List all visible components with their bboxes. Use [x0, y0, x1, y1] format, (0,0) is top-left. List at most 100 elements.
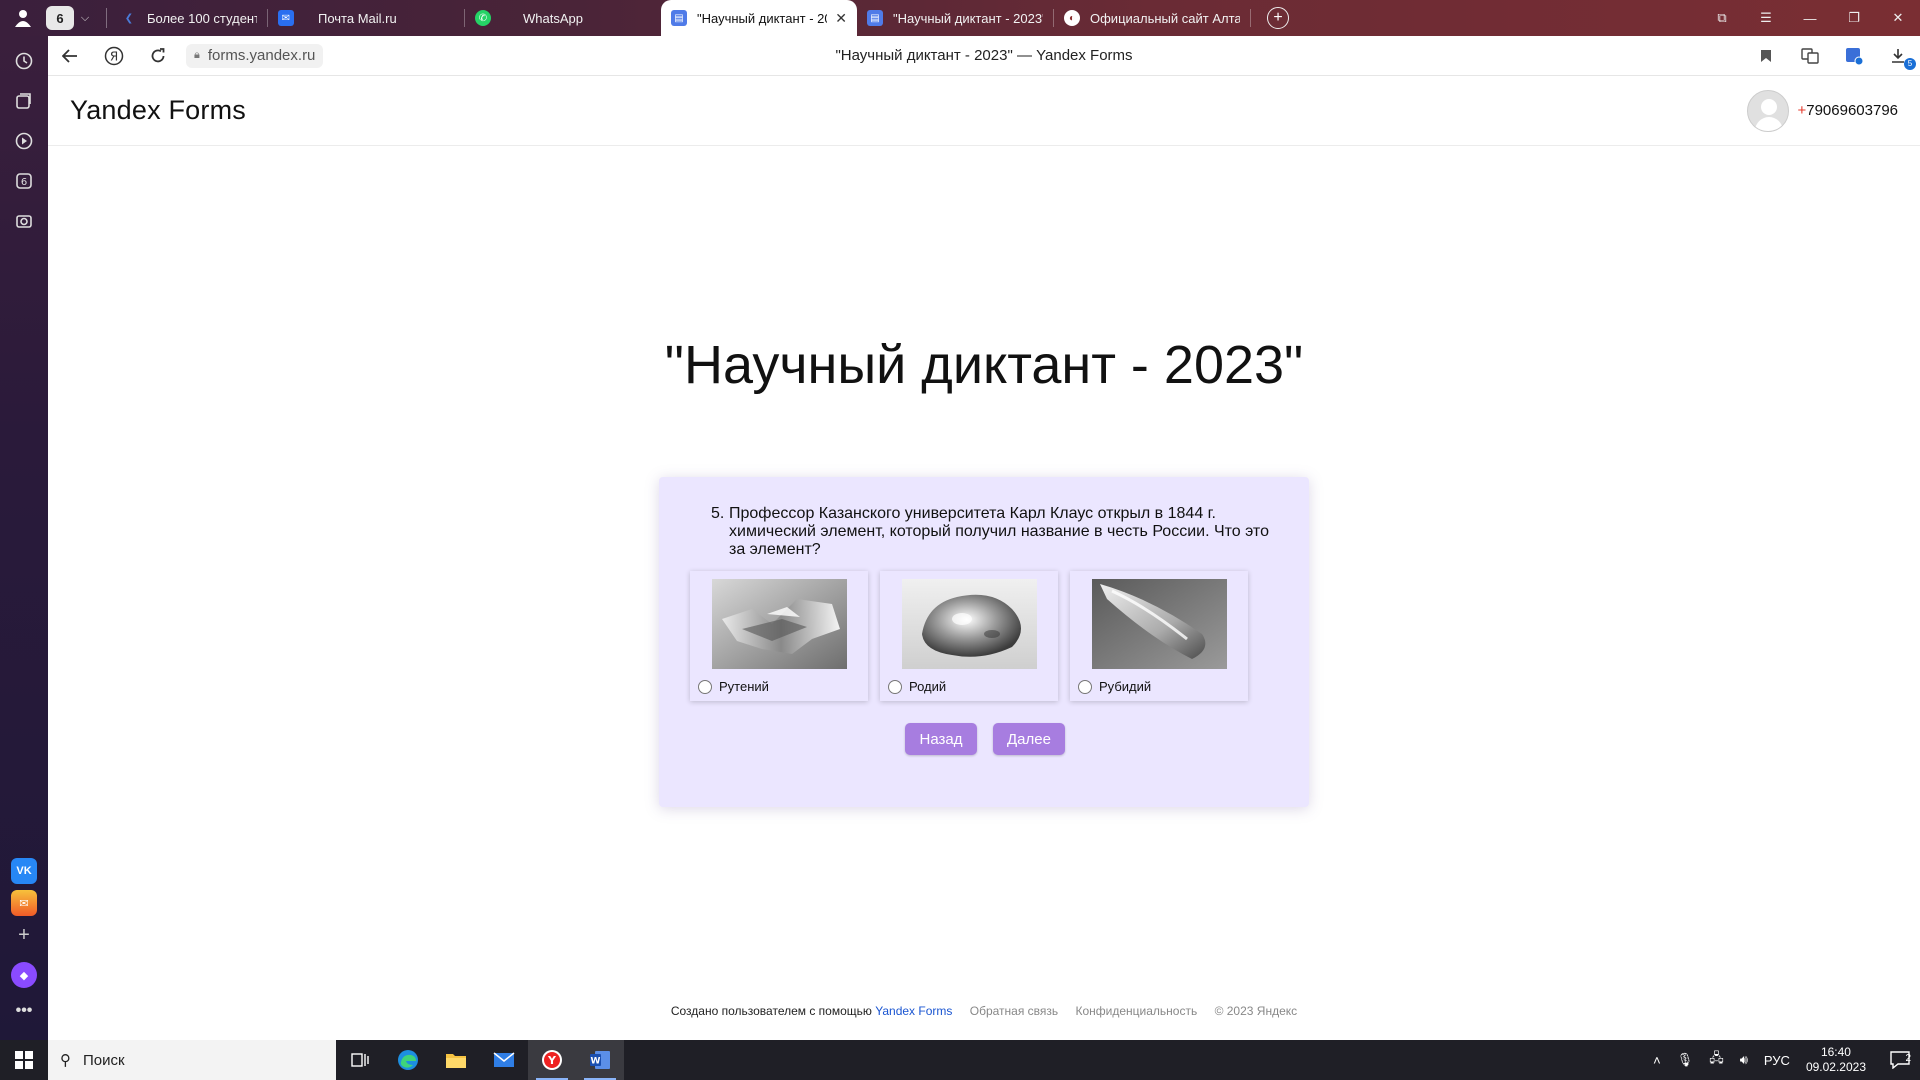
rhodium-image[interactable]	[902, 579, 1037, 669]
history-icon[interactable]	[9, 46, 39, 76]
restore-icon[interactable]: ❐	[1832, 0, 1876, 36]
tabs-count-icon[interactable]: 6	[9, 166, 39, 196]
tab-label: Почта Mail.ru	[318, 10, 397, 26]
phone-number: 79069603796	[1806, 102, 1898, 119]
network-icon[interactable]: 🖧︎	[1709, 1049, 1724, 1071]
tab-counter[interactable]: 6 ⌵	[46, 6, 96, 30]
mail-app-icon[interactable]: ✉	[11, 890, 37, 916]
translate-icon[interactable]	[1788, 36, 1832, 76]
video-play-icon[interactable]	[9, 126, 39, 156]
option-label[interactable]: Рутений	[698, 679, 769, 694]
svg-text:Я: Я	[110, 49, 118, 63]
tab-news[interactable]: ❮ Более 100 студентов из 2(	[111, 0, 267, 36]
close-icon[interactable]: ✕	[835, 10, 847, 27]
tab-label: WhatsApp	[523, 10, 583, 26]
yandex-browser-taskbar-icon[interactable]: Y	[528, 1040, 576, 1080]
radio-button[interactable]	[698, 679, 712, 694]
user-menu[interactable]: +79069603796	[1747, 89, 1898, 132]
tab-altai[interactable]: ◐ Официальный сайт Алтай	[1054, 0, 1250, 36]
file-explorer-icon[interactable]	[432, 1040, 480, 1080]
ruthenium-image[interactable]	[712, 579, 847, 669]
tab-forms[interactable]: ▤ "Научный диктант - 2023"	[857, 0, 1053, 36]
minimize-icon[interactable]: —	[1788, 0, 1832, 36]
downloads-icon[interactable]: 5	[1876, 36, 1920, 76]
bookmark-icon[interactable]	[1744, 36, 1788, 76]
edge-icon[interactable]	[384, 1040, 432, 1080]
phone-plus: +	[1797, 102, 1807, 119]
option-ruthenium[interactable]: Рутений	[690, 571, 868, 701]
mail-app-taskbar-icon[interactable]	[480, 1040, 528, 1080]
rubidium-image[interactable]	[1092, 579, 1227, 669]
language-indicator[interactable]: РУС	[1764, 1053, 1790, 1068]
windows-taskbar: ⚲ Поиск Y W ˄ 🎙︎ 🖧︎ 🔊︎ РУС 16:40 09.02.2…	[0, 1040, 1920, 1080]
tab-forms-active[interactable]: ▤ "Научный диктант - 20 ✕	[661, 0, 857, 36]
footer-feedback-link[interactable]: Обратная связь	[970, 1004, 1058, 1018]
footer-copyright: © 2023 Яндекс	[1214, 1004, 1298, 1018]
search-icon: ⚲	[60, 1052, 71, 1069]
whatsapp-icon: ✆	[475, 10, 491, 26]
system-tray: ˄ 🎙︎ 🖧︎ 🔊︎ РУС 16:40 09.02.2023 2	[1645, 1040, 1920, 1080]
collections-icon[interactable]	[9, 86, 39, 116]
task-view-icon[interactable]	[336, 1040, 384, 1080]
bookmarks-panel-icon[interactable]: ⧉	[1700, 0, 1744, 36]
back-arrow-icon[interactable]	[48, 36, 92, 76]
menu-icon[interactable]: ☰	[1744, 0, 1788, 36]
search-placeholder: Поиск	[83, 1051, 125, 1069]
avatar[interactable]	[1747, 89, 1790, 132]
tab-label: Официальный сайт Алтай	[1090, 10, 1240, 26]
option-rhodium[interactable]: Родий	[880, 571, 1058, 701]
vk-icon[interactable]: VK	[11, 858, 37, 884]
radio-button[interactable]	[1078, 679, 1092, 694]
form-title: "Научный диктант - 2023"	[664, 335, 1304, 395]
taskbar-search[interactable]: ⚲ Поиск	[48, 1040, 336, 1080]
url-text: forms.yandex.ru	[207, 47, 316, 64]
forms-icon: ▤	[671, 10, 687, 26]
user-phone[interactable]: +79069603796	[1797, 102, 1898, 119]
tab-label: Более 100 студентов из 2(	[147, 10, 257, 26]
svg-text:Y: Y	[547, 1054, 557, 1067]
downloads-badge: 5	[1904, 57, 1916, 70]
tab-mail[interactable]: ✉ Почта Mail.ru	[268, 0, 464, 36]
option-rubidium[interactable]: Рубидий	[1070, 571, 1248, 701]
radio-button[interactable]	[888, 679, 902, 694]
clock[interactable]: 16:40 09.02.2023	[1806, 1045, 1866, 1075]
volume-icon[interactable]: 🔊︎	[1740, 1052, 1748, 1068]
windows-start-icon[interactable]	[0, 1040, 48, 1080]
back-button[interactable]: Назад	[905, 723, 977, 755]
chevron-down-icon[interactable]: ⌵	[74, 6, 96, 30]
footer-service-link[interactable]: Yandex Forms	[875, 1004, 952, 1018]
browser-sidebar: 6 VK ✉ + ◆ •••	[0, 36, 48, 1040]
yandex-forms-logo[interactable]: Yandex Forms	[70, 95, 246, 126]
reload-icon[interactable]	[136, 36, 180, 76]
notifications-icon[interactable]: 2	[1880, 1040, 1920, 1080]
clock-time: 16:40	[1820, 1045, 1851, 1059]
alice-icon[interactable]: ◆	[11, 962, 37, 988]
screenshot-icon[interactable]	[9, 206, 39, 236]
option-label[interactable]: Родий	[888, 679, 946, 694]
chevron-up-icon[interactable]: ˄	[1653, 1053, 1661, 1068]
svg-text:W: W	[591, 1057, 601, 1067]
profile-icon[interactable]	[0, 0, 46, 36]
divider	[106, 8, 107, 28]
address-bar-actions: 5	[1744, 36, 1920, 76]
close-window-icon[interactable]: ✕	[1876, 0, 1920, 36]
tab-whatsapp[interactable]: ✆ WhatsApp	[465, 0, 661, 36]
option-label[interactable]: Рубидий	[1078, 679, 1151, 694]
word-icon[interactable]: W	[576, 1040, 624, 1080]
add-app-icon[interactable]: +	[11, 922, 37, 948]
url-field[interactable]: 🔒︎ forms.yandex.ru	[186, 43, 324, 68]
clock-date: 09.02.2023	[1805, 1060, 1866, 1074]
microphone-icon[interactable]: 🎙︎	[1677, 1052, 1694, 1068]
new-tab-icon[interactable]: +	[1267, 7, 1289, 29]
yandex-logo-icon[interactable]: Я	[92, 36, 136, 76]
next-button[interactable]: Далее	[993, 723, 1065, 755]
tab-count-badge[interactable]: 6	[46, 6, 74, 30]
extension-icon[interactable]	[1832, 36, 1876, 76]
question-card: 5. Профессор Казанского университета Кар…	[659, 477, 1309, 807]
more-icon[interactable]: •••	[11, 998, 37, 1024]
option-text: Родий	[909, 679, 947, 694]
footer-privacy-link[interactable]: Конфиденциальность	[1076, 1004, 1198, 1018]
question: 5. Профессор Казанского университета Кар…	[711, 505, 1271, 559]
question-text: Профессор Казанского университета Карл К…	[729, 505, 1269, 558]
lock-icon[interactable]: 🔒︎	[194, 49, 200, 62]
